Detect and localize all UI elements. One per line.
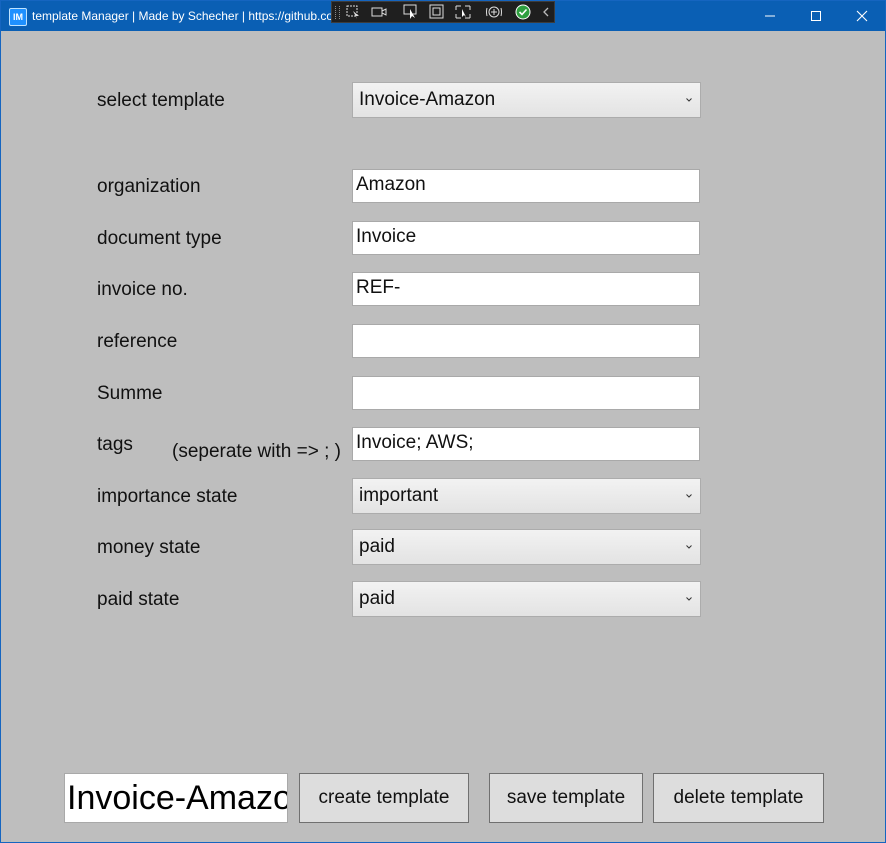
chevron-down-icon [686, 98, 692, 102]
window-title: template Manager | Made by Schecher | ht… [32, 9, 332, 23]
save-template-button[interactable]: save template [489, 773, 643, 823]
paid-state-combo[interactable]: paid [352, 581, 701, 617]
app-window: IM template Manager | Made by Schecher |… [0, 0, 886, 843]
select-template-value: Invoice-Amazon [359, 89, 496, 110]
chevron-down-icon [686, 597, 692, 601]
invoice-no-label: invoice no. [97, 279, 188, 300]
document-type-label: document type [97, 228, 222, 249]
organization-label: organization [97, 176, 201, 197]
chevron-down-icon [686, 545, 692, 549]
money-state-value: paid [359, 536, 395, 557]
money-state-combo[interactable]: paid [352, 529, 701, 565]
tags-label: tags [97, 434, 133, 455]
minimize-button[interactable] [747, 1, 793, 31]
paid-state-label: paid state [97, 589, 180, 610]
select-element-icon[interactable] [344, 4, 362, 20]
pointer-icon[interactable] [402, 4, 420, 20]
maximize-icon [811, 11, 821, 21]
tags-field[interactable]: Invoice; AWS; [352, 427, 700, 461]
close-icon [856, 10, 868, 22]
delete-template-button[interactable]: delete template [653, 773, 824, 823]
importance-state-value: important [359, 485, 439, 506]
minimize-icon [765, 15, 775, 17]
document-type-field[interactable]: Invoice [352, 221, 700, 255]
importance-state-label: importance state [97, 486, 238, 507]
video-camera-icon[interactable] [370, 4, 388, 20]
organization-field[interactable]: Amazon [352, 169, 700, 203]
checkmark-icon[interactable] [514, 4, 532, 20]
chevron-down-icon [686, 494, 692, 498]
app-icon: IM [9, 8, 27, 26]
reference-label: reference [97, 331, 178, 352]
paid-state-value: paid [359, 588, 395, 609]
select-template-combo[interactable]: Invoice-Amazon [352, 82, 701, 118]
frame-icon[interactable] [428, 4, 446, 20]
toolbar-grip[interactable] [335, 6, 340, 19]
importance-state-combo[interactable]: important [352, 478, 701, 514]
title-bar: IM template Manager | Made by Schecher |… [1, 1, 885, 31]
template-name-input[interactable]: Invoice-Amazon [64, 773, 288, 823]
invoice-no-field[interactable]: REF- [352, 272, 700, 306]
summe-field[interactable] [352, 376, 700, 410]
select-template-label: select template [97, 90, 225, 111]
debug-toolbar [331, 1, 555, 23]
summe-label: Summe [97, 383, 163, 404]
close-button[interactable] [839, 1, 885, 31]
display-layout-icon[interactable] [454, 4, 472, 20]
maximize-button[interactable] [793, 1, 839, 31]
reference-field[interactable] [352, 324, 700, 358]
money-state-label: money state [97, 537, 201, 558]
tags-hint: (seperate with => ; ) [172, 441, 341, 462]
create-template-button[interactable]: create template [299, 773, 469, 823]
collapse-chevron-icon[interactable] [538, 4, 556, 20]
hot-reload-icon[interactable] [485, 4, 503, 20]
